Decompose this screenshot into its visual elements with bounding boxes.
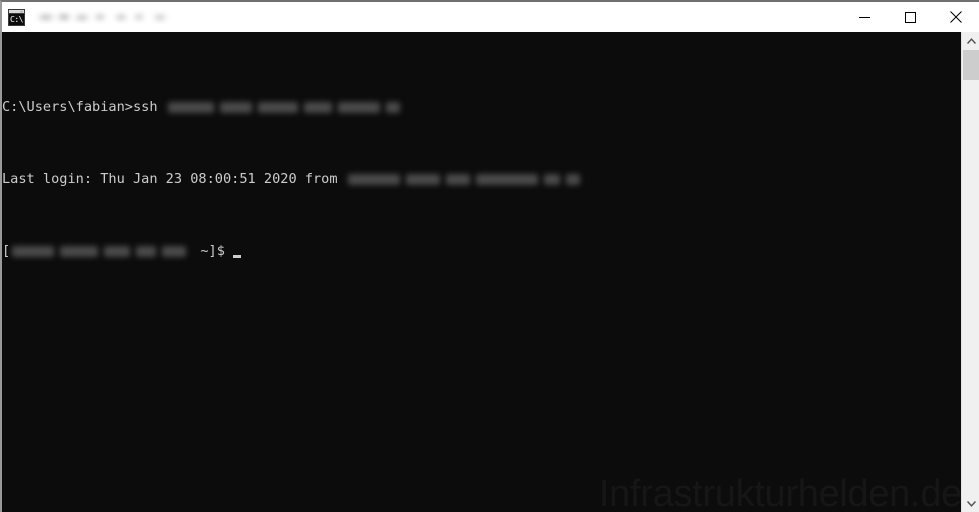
scrollbar-thumb[interactable] — [963, 50, 979, 80]
minimize-icon — [858, 16, 870, 18]
close-button[interactable] — [933, 2, 979, 32]
window-title-redaction — [34, 10, 184, 24]
console-line-prompt-ssh: C:\Users\fabian>ssh — [2, 98, 963, 116]
icon-prompt-text: C:\ — [9, 13, 24, 25]
watermark-text: Infrastrukturhelden.de — [598, 473, 962, 512]
cmd-console-icon: ▫▫ C:\ — [8, 8, 25, 26]
console-text: C:\Users\fabian>ssh Last login: Thu Jan … — [2, 44, 963, 314]
scrollbar-track[interactable] — [963, 49, 979, 495]
console-cursor — [233, 255, 242, 258]
chevron-up-icon — [967, 37, 976, 44]
console-line-3-redaction — [10, 242, 192, 260]
scrollbar-up-button[interactable] — [963, 32, 979, 49]
console-line-3-open-bracket: [ — [2, 243, 11, 259]
console-line-1-redaction — [166, 98, 403, 116]
console-line-1-text: C:\Users\fabian>ssh — [2, 99, 166, 115]
maximize-icon — [904, 11, 916, 23]
console-line-2-text: Last login: Thu Jan 23 08:00:51 2020 fro… — [2, 171, 346, 187]
title-bar[interactable]: ▫▫ C:\ — [2, 2, 979, 32]
scrollbar-down-button[interactable] — [963, 495, 979, 512]
minimize-button[interactable] — [841, 2, 887, 32]
maximize-button[interactable] — [887, 2, 933, 32]
console-line-3-prompt-tail: ~]$ — [192, 243, 234, 259]
console-line-2-redaction — [346, 170, 583, 188]
close-icon — [950, 11, 962, 23]
console-line-shell-prompt: [ ~]$ — [2, 242, 963, 260]
console-line-last-login: Last login: Thu Jan 23 08:00:51 2020 fro… — [2, 170, 963, 188]
console-scrollbar[interactable] — [961, 32, 979, 512]
console-output-area[interactable]: C:\Users\fabian>ssh Last login: Thu Jan … — [2, 32, 963, 512]
chevron-down-icon — [967, 500, 976, 507]
console-window: ▫▫ C:\ C:\Users\fabian>ssh Last login: T… — [0, 0, 979, 512]
window-controls — [841, 2, 979, 32]
window-title — [34, 10, 184, 24]
